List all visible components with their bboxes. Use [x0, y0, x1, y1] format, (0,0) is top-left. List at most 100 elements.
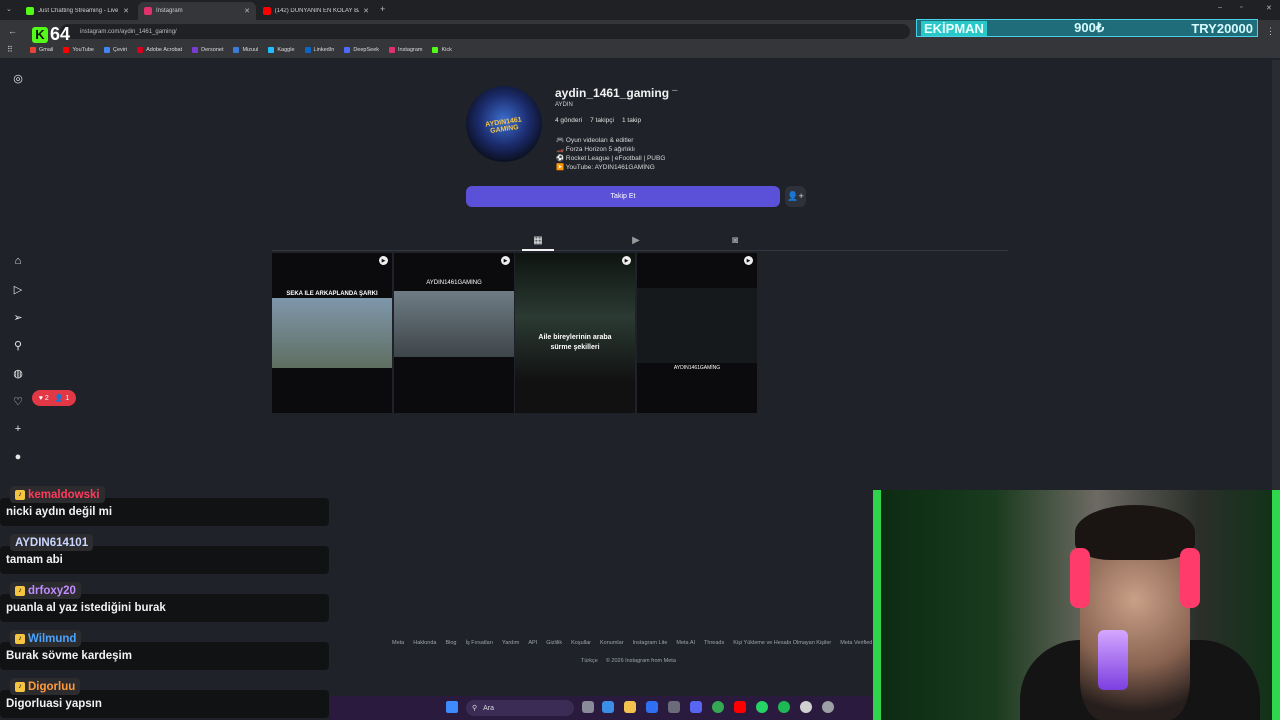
footer-link[interactable]: Instagram Lite: [633, 640, 668, 646]
footer-link[interactable]: Gizlilik: [546, 640, 562, 646]
window-maximize-icon[interactable]: ▫: [1240, 4, 1242, 11]
bookmark-item[interactable]: Kick: [432, 47, 452, 53]
chat-username[interactable]: ♪ Wilmund: [10, 630, 82, 647]
reel-icon: ▶: [379, 256, 388, 265]
obs-icon[interactable]: [800, 701, 812, 713]
new-tab-icon[interactable]: +: [380, 4, 385, 14]
search-icon[interactable]: ⚲: [11, 338, 25, 352]
close-tab-icon[interactable]: ✕: [244, 7, 250, 15]
whatsapp-icon[interactable]: [756, 701, 768, 713]
profile-icon[interactable]: ●: [11, 450, 25, 464]
copilot-icon[interactable]: [602, 701, 614, 713]
reel-icon: ▶: [501, 256, 510, 265]
bookmark-item[interactable]: Kaggle: [268, 47, 295, 53]
post-thumbnail[interactable]: AYDIN1461GAMING ▶: [394, 253, 514, 413]
chat-username[interactable]: AYDIN614101: [10, 534, 94, 551]
reels-icon[interactable]: ▷: [11, 282, 25, 296]
more-options-icon[interactable]: –: [672, 85, 678, 96]
post-thumbnail[interactable]: AYDIN1461GAMİNG ▶: [637, 253, 757, 413]
footer-link[interactable]: Koşullar: [571, 640, 591, 646]
chat-badge-icon: ♪: [15, 585, 25, 596]
footer-link[interactable]: Hakkında: [413, 640, 436, 646]
post-thumbnail[interactable]: Aile bireylerinin araba sürme şekilleri …: [515, 253, 635, 413]
notification-bubble[interactable]: ♥ 2 👤 1: [32, 390, 76, 406]
bookmark-item[interactable]: YouTube: [63, 47, 94, 53]
youtube-favicon-icon: [263, 7, 271, 15]
home-icon[interactable]: ⌂: [11, 254, 25, 268]
footer-link[interactable]: Meta AI: [676, 640, 695, 646]
tab-kick[interactable]: Just Chatting Streaming - Live ✕: [20, 2, 135, 20]
chrome-icon[interactable]: [712, 701, 724, 713]
bookmark-favicon-icon: [137, 47, 144, 53]
green-light: [873, 490, 881, 720]
window-close-icon[interactable]: ✕: [1266, 4, 1272, 12]
footer-link[interactable]: API: [528, 640, 537, 646]
settings-icon[interactable]: [822, 701, 834, 713]
bookmark-item[interactable]: Gmail: [30, 47, 53, 53]
post-image: [394, 291, 514, 357]
likes-count: ♥ 2: [38, 394, 49, 402]
chat-username[interactable]: ♪ Digorluu: [10, 678, 81, 695]
bookmark-item[interactable]: Instagram: [389, 47, 422, 53]
bookmark-item[interactable]: LinkedIn: [304, 47, 334, 53]
apps-icon[interactable]: ⠿: [7, 45, 13, 54]
taskbar-search[interactable]: ⚲ Ara: [466, 700, 574, 716]
posts-count: 4 gönderi: [555, 117, 583, 124]
tab-youtube[interactable]: (142) DÜNYANIN EN KOLAY BA ✕: [257, 2, 375, 20]
footer-link[interactable]: Konumlar: [600, 640, 624, 646]
chat-username[interactable]: ♪ kemaldowski: [10, 486, 105, 503]
tagged-tab-icon[interactable]: ◙: [728, 233, 742, 247]
create-icon[interactable]: +: [11, 422, 25, 436]
follow-button[interactable]: Takip Et: [466, 186, 780, 207]
footer-link[interactable]: İş Fırsatları: [466, 640, 494, 646]
bookmarks-bar: Gmail YouTube Çeviri Adobe Acrobat Dersonet M…: [0, 42, 1280, 58]
person-plus-icon[interactable]: 👤+: [785, 186, 806, 207]
instagram-favicon-icon: [144, 7, 152, 15]
reels-tab-icon[interactable]: ▶: [629, 233, 643, 247]
footer-link[interactable]: Meta: [392, 640, 404, 646]
app-icon[interactable]: [668, 701, 680, 713]
bookmark-favicon-icon: [30, 47, 36, 53]
bookmark-item[interactable]: Mizuul: [233, 47, 258, 53]
discord-icon[interactable]: [690, 701, 702, 713]
profile-username: aydin_1461_gaming: [555, 86, 670, 100]
file-explorer-icon[interactable]: [624, 701, 636, 713]
tab-instagram[interactable]: Instagram ✕: [138, 2, 256, 20]
bookmark-item[interactable]: Dersonet: [192, 47, 223, 53]
bookmark-item[interactable]: Adobe Acrobat: [137, 47, 182, 53]
grid-tab-icon[interactable]: ▦: [531, 233, 545, 247]
bookmark-favicon-icon: [344, 47, 351, 53]
bookmark-item[interactable]: DeepSeek: [344, 47, 379, 53]
menu-icon[interactable]: ⋮: [1266, 26, 1275, 37]
language-select[interactable]: Türkçe: [581, 658, 598, 664]
address-bar[interactable]: instagram.com/aydin_1461_gaming/: [60, 24, 910, 39]
footer-link[interactable]: Yardım: [502, 640, 519, 646]
profile-avatar[interactable]: AYDIN1461 GAMING: [466, 86, 542, 162]
tab-search-icon[interactable]: ⌄: [6, 5, 12, 13]
spotify-icon[interactable]: [778, 701, 790, 713]
chat-badge-icon: ♪: [15, 681, 25, 692]
close-tab-icon[interactable]: ✕: [363, 7, 369, 15]
bookmark-item[interactable]: Çeviri: [104, 47, 127, 53]
post-thumbnail[interactable]: SEKA ILE ARKAPLANDA ŞARKI ▶: [272, 253, 392, 413]
followers-link[interactable]: 7 takipçi: [590, 117, 614, 124]
close-tab-icon[interactable]: ✕: [123, 7, 129, 15]
heart-icon[interactable]: ♡: [11, 394, 25, 408]
start-icon[interactable]: [446, 701, 458, 713]
instagram-icon[interactable]: ◎: [11, 71, 25, 85]
task-view-icon[interactable]: [582, 701, 594, 713]
footer-link[interactable]: Kişi Yükleme ve Hesabı Olmayan Kişiler: [733, 640, 831, 646]
edge-icon[interactable]: [646, 701, 658, 713]
window-minimize-icon[interactable]: –: [1218, 4, 1222, 11]
footer-link[interactable]: Threads: [704, 640, 724, 646]
chat-username[interactable]: ♪ drfoxy20: [10, 582, 81, 599]
following-link[interactable]: 1 takip: [622, 117, 641, 124]
streamer-hair: [1075, 505, 1195, 560]
scrollbar[interactable]: [1272, 60, 1280, 490]
messages-icon[interactable]: ➢: [11, 310, 25, 324]
footer-link[interactable]: Blog: [445, 640, 456, 646]
footer-link[interactable]: Meta Verified: [840, 640, 872, 646]
back-icon[interactable]: ←: [8, 26, 17, 36]
explore-icon[interactable]: ◍: [11, 366, 25, 380]
youtube-icon[interactable]: [734, 701, 746, 713]
